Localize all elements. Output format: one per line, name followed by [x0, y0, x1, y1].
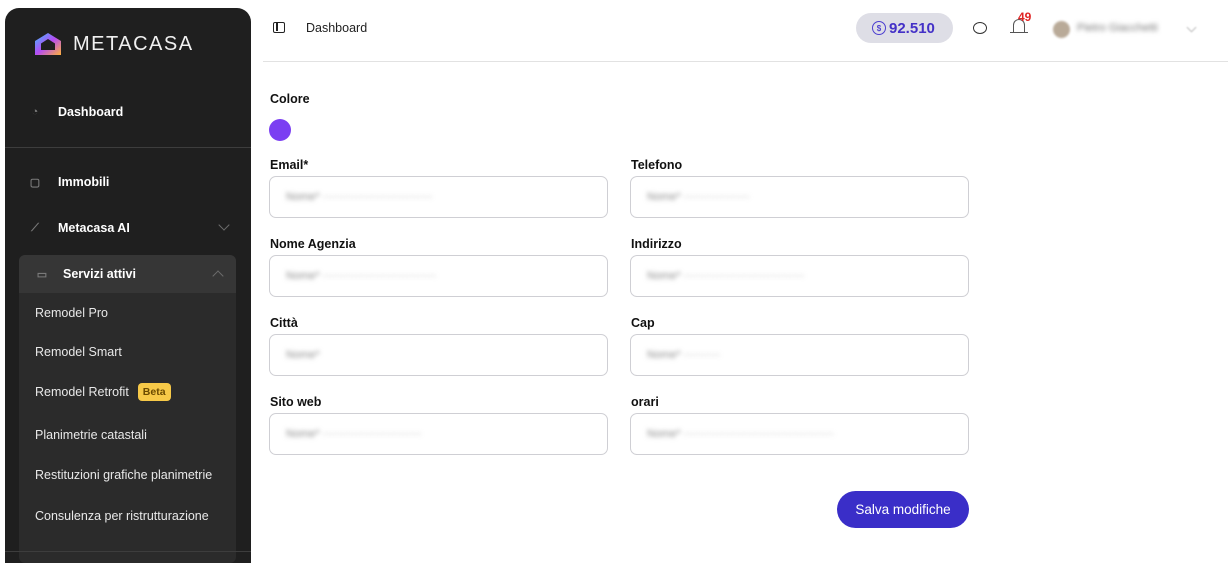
gauge-icon: ◔: [31, 106, 39, 118]
submenu-item-label: Restituzioni grafiche planimetrie: [35, 468, 213, 482]
building-icon: ▢: [29, 176, 41, 189]
sidebar-item-label: Dashboard: [58, 105, 124, 119]
submenu-item-remodel-smart[interactable]: Remodel Smart: [35, 345, 122, 359]
indirizzo-value: Nome* ·································: [647, 270, 805, 282]
agenzia-label: Nome Agenzia: [270, 237, 356, 251]
chevron-up-icon: [212, 270, 224, 282]
submenu-item-restituzioni-grafiche[interactable]: Restituzioni grafiche planimetrie: [35, 468, 212, 482]
email-value: Nome* ······························: [286, 191, 433, 203]
sidebar-item-label: Immobili: [58, 175, 110, 189]
sidebar-item-metacasa-ai[interactable]: ⟋ Metacasa AI: [5, 208, 251, 248]
chevron-down-icon: [218, 219, 230, 231]
citta-value: Nome*: [286, 349, 320, 361]
breadcrumb[interactable]: Dashboard: [306, 21, 367, 35]
color-picker[interactable]: [269, 119, 291, 141]
submenu-item-remodel-pro[interactable]: Remodel Pro: [35, 306, 108, 320]
submenu-item-consulenza[interactable]: Consulenza per ristrutturazione: [35, 509, 209, 523]
cap-field[interactable]: Nome* ··········: [630, 334, 969, 376]
user-name[interactable]: Pietro Giacchetti: [1077, 22, 1158, 34]
sidebar-item-immobili[interactable]: ▢ Immobili: [5, 162, 251, 202]
submenu-item-label: Planimetrie catastali: [35, 428, 147, 442]
sito-web-field[interactable]: Nome* ···························: [269, 413, 608, 455]
services-submenu: ▭ Servizi attivi Remodel Pro Remodel Sma…: [19, 255, 236, 563]
topbar: Dashboard $ 92.510 49 Pietro Giacchetti: [263, 0, 1228, 62]
sidebar-toggle-icon[interactable]: [273, 22, 285, 33]
submenu-item-remodel-retrofit[interactable]: Remodel Retrofit Beta: [35, 383, 171, 401]
color-label: Colore: [270, 92, 310, 106]
orari-field[interactable]: Nome* ··································…: [630, 413, 969, 455]
agenzia-field[interactable]: Nome* ·······························: [269, 255, 608, 297]
citta-field[interactable]: Nome*: [269, 334, 608, 376]
metacasa-logo-icon: [35, 33, 61, 55]
notification-count: 49: [1013, 8, 1037, 24]
beta-badge: Beta: [137, 383, 171, 401]
email-label: Email*: [270, 158, 309, 172]
sito-value: Nome* ···························: [286, 428, 422, 440]
cap-value: Nome* ··········: [647, 349, 721, 361]
brand-logo[interactable]: METACASA: [34, 32, 194, 56]
save-button[interactable]: Salva modifiche: [837, 491, 969, 528]
telefono-value: Nome* ··················: [647, 191, 750, 203]
orari-value: Nome* ··································…: [647, 428, 834, 440]
credits-badge[interactable]: $ 92.510: [856, 13, 953, 43]
chevron-down-icon[interactable]: [1186, 22, 1197, 33]
cap-label: Cap: [631, 316, 655, 330]
sidebar-item-servizi-attivi[interactable]: ▭ Servizi attivi: [19, 255, 236, 293]
agenzia-value: Nome* ·······························: [286, 270, 437, 282]
indirizzo-field[interactable]: Nome* ·································: [630, 255, 969, 297]
email-field[interactable]: Nome* ······························: [269, 176, 608, 218]
chat-icon[interactable]: [973, 22, 987, 34]
services-icon: ▭: [36, 268, 48, 281]
submenu-item-planimetrie-catastali[interactable]: Planimetrie catastali: [35, 428, 147, 442]
sidebar-item-label: Metacasa AI: [58, 221, 130, 235]
sidebar-divider: [5, 551, 251, 552]
submenu-item-label: Remodel Retrofit: [35, 385, 129, 399]
submenu-item-label: Remodel Smart: [35, 345, 122, 359]
bell-base: [1010, 32, 1028, 34]
sidebar-item-dashboard[interactable]: ◔ Dashboard: [5, 92, 251, 132]
brand-name: METACASA: [73, 32, 194, 55]
citta-label: Città: [270, 316, 298, 330]
sidebar-item-label: Servizi attivi: [63, 267, 136, 281]
telefono-field[interactable]: Nome* ··················: [630, 176, 969, 218]
sito-label: Sito web: [270, 395, 322, 409]
orari-label: orari: [631, 395, 659, 409]
telefono-label: Telefono: [631, 158, 683, 172]
indirizzo-label: Indirizzo: [631, 237, 682, 251]
sidebar: METACASA ◔ Dashboard ▢ Immobili ⟋ Metaca…: [5, 8, 251, 563]
magic-wand-icon: ⟋: [31, 221, 39, 234]
submenu-item-label: Remodel Pro: [35, 306, 108, 320]
sidebar-divider: [5, 147, 251, 148]
coin-icon: $: [872, 21, 886, 35]
avatar[interactable]: [1053, 21, 1070, 38]
submenu-item-label: Consulenza per ristrutturazione: [35, 509, 209, 523]
credits-value: 92.510: [889, 19, 935, 37]
